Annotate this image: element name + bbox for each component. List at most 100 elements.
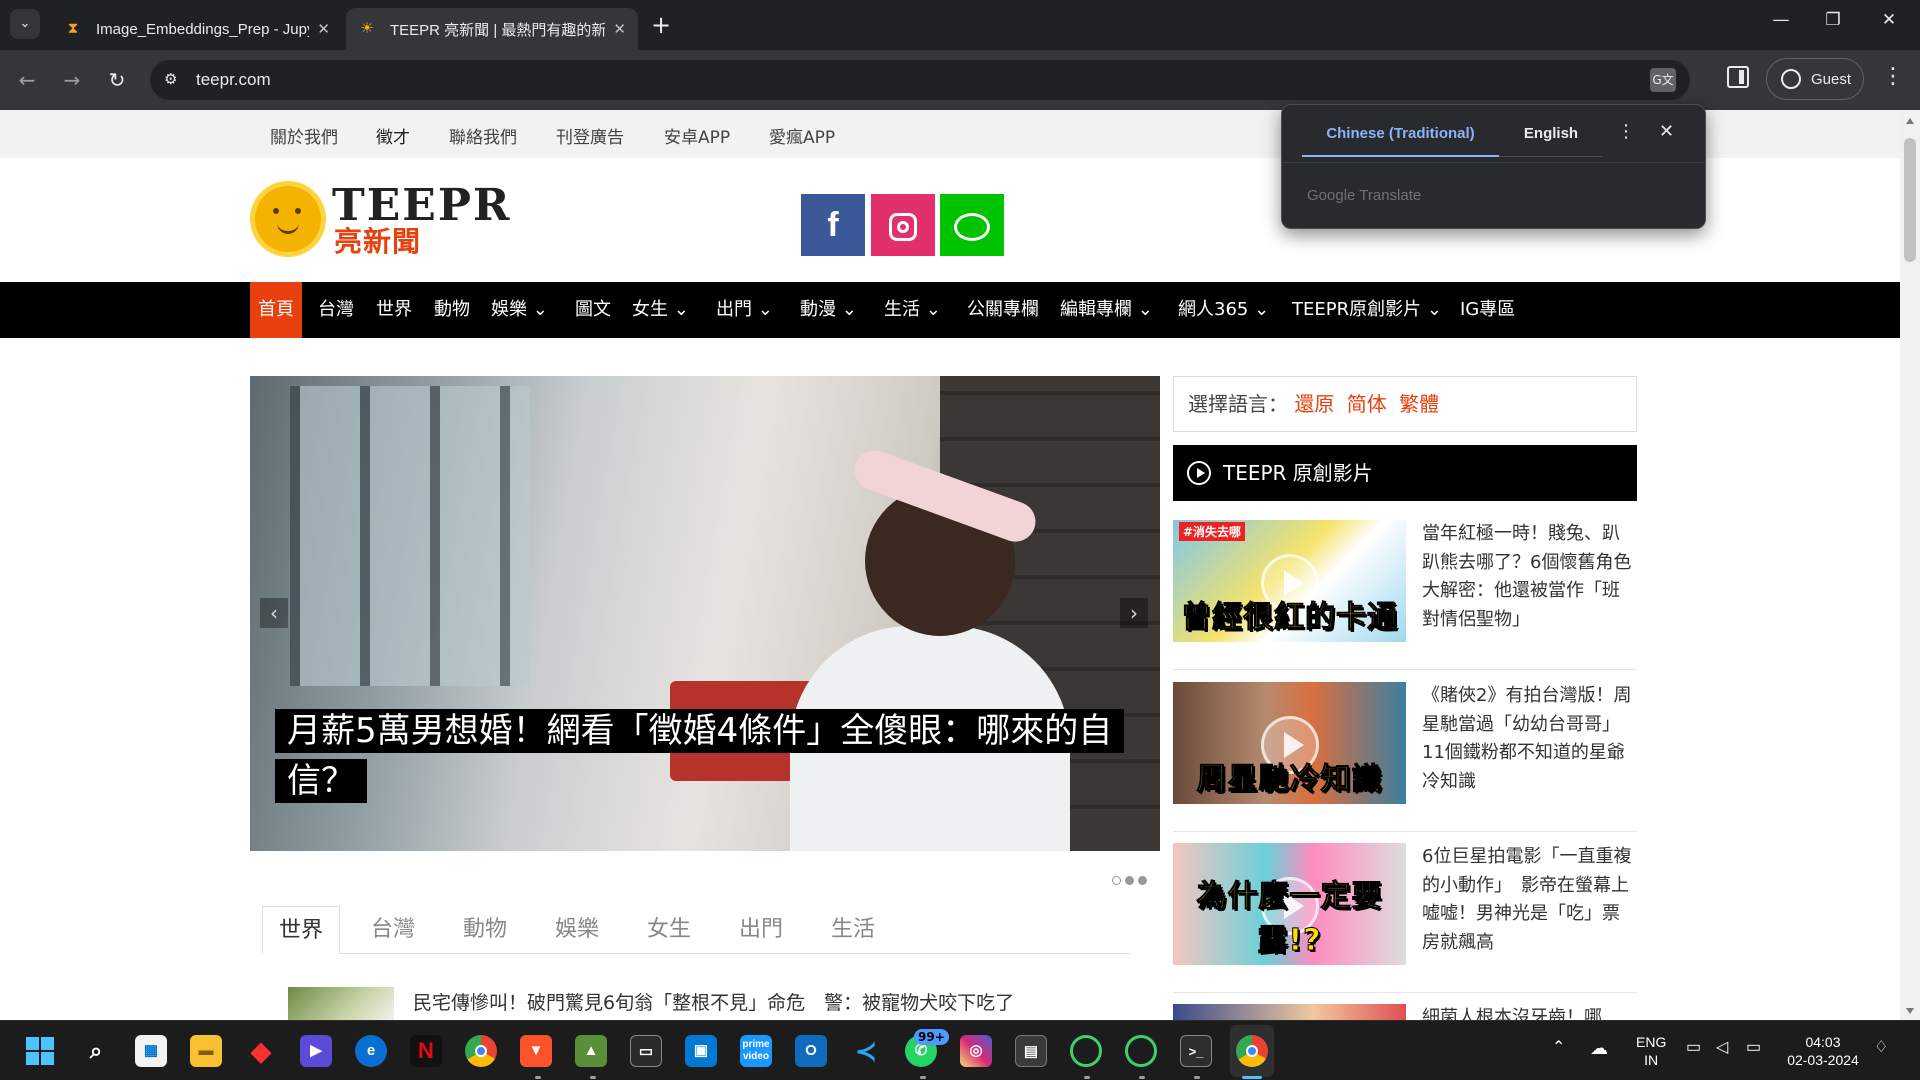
nav-item-animals[interactable]: 動物 <box>426 282 478 338</box>
volume-icon[interactable]: ◁ <box>1716 1039 1728 1057</box>
video-thumbnail[interactable]: 為什麼一定要露!? <box>1173 843 1406 965</box>
app-green-ring-icon[interactable] <box>1125 1035 1157 1067</box>
vscode-icon[interactable]: ≺ <box>850 1035 882 1067</box>
video-thumbnail[interactable]: 周星馳冷知識 <box>1173 682 1406 804</box>
image-viewer-icon[interactable]: ▲ <box>575 1035 607 1067</box>
windows-start-icon[interactable] <box>24 1035 56 1067</box>
prime-video-icon[interactable]: prime video <box>740 1035 772 1067</box>
news-headline[interactable]: 民宅傳慘叫！破門驚見6旬翁「整根不見」命危 警：被寵物犬咬下吃了 <box>413 988 1014 1015</box>
translate-icon[interactable]: G文 <box>1650 68 1676 92</box>
category-tab-women[interactable]: 女生 <box>630 906 708 954</box>
instagram-button[interactable] <box>871 194 935 256</box>
top-link-careers[interactable]: 徵才 <box>376 123 410 148</box>
nav-item-anime[interactable]: 動漫 ⌄ <box>792 282 865 338</box>
category-tab-entertainment[interactable]: 娛樂 <box>538 906 616 954</box>
terminal-icon[interactable]: ▭ <box>630 1035 662 1067</box>
video-list-item[interactable]: 細菌人根本沒牙齒！哪 <box>1173 1004 1637 1020</box>
slider-dot[interactable] <box>1138 876 1147 885</box>
outlook-icon[interactable]: O <box>795 1035 827 1067</box>
more-options-icon[interactable]: ⋮ <box>1617 121 1635 142</box>
browser-tab-teepr[interactable]: ☀ TEEPR 亮新聞 | 最熱門有趣的新聞 ✕ <box>346 8 638 50</box>
edge-browser-icon[interactable]: e <box>355 1035 387 1067</box>
category-tab-taiwan[interactable]: 台灣 <box>354 906 432 954</box>
close-tab-icon[interactable]: ✕ <box>613 20 626 38</box>
video-list-item[interactable]: 周星馳冷知識 《賭俠2》有拍台灣版！周星馳當過「幼幼台哥哥」 11個鐵粉都不知道… <box>1173 682 1637 832</box>
cloud-icon[interactable]: ☁ <box>1590 1039 1608 1057</box>
site-logo-subtitle[interactable]: 亮新聞 <box>334 220 421 260</box>
line-button[interactable] <box>940 194 1004 256</box>
slider-prev-arrow-icon[interactable]: ‹ <box>260 598 288 628</box>
browser-menu-icon[interactable]: ⋮ <box>1882 64 1904 89</box>
top-link-about[interactable]: 關於我們 <box>270 123 338 148</box>
nav-item-home[interactable]: 首頁 <box>250 282 302 338</box>
top-link-contact[interactable]: 聯絡我們 <box>449 123 517 148</box>
slide-caption[interactable]: 月薪5萬男想婚！網看「徵婚4條件」全傻眼：哪來的自信？ <box>275 706 1135 806</box>
lang-option-traditional[interactable]: 繁體 <box>1399 392 1439 416</box>
new-tab-plus-icon[interactable]: + <box>651 11 671 39</box>
app-red-diamond-icon[interactable]: ◆ <box>245 1035 277 1067</box>
scroll-down-icon[interactable] <box>1906 1008 1914 1014</box>
clock[interactable]: 04:03 02-03-2024 <box>1786 1033 1860 1069</box>
video-thumbnail[interactable] <box>1173 1004 1406 1020</box>
url-text[interactable]: teepr.com <box>196 70 271 90</box>
slide-caption-text[interactable]: 月薪5萬男想婚！網看「徵婚4條件」全傻眼：哪來的自信？ <box>275 709 1125 803</box>
profile-button[interactable]: Guest <box>1766 58 1864 100</box>
brave-browser-icon[interactable]: ▼ <box>520 1035 552 1067</box>
app-gray-window-icon[interactable]: ▤ <box>1015 1035 1047 1067</box>
video-list-item[interactable]: #消失去哪 曾經很紅的卡通 當年紅極一時！賤兔、趴趴熊去哪了？6個懷舊角色大解密… <box>1173 520 1637 670</box>
top-link-advertise[interactable]: 刊登廣告 <box>556 123 624 148</box>
top-link-android-app[interactable]: 安卓APP <box>664 123 730 148</box>
input-language[interactable]: ENG IN <box>1636 1033 1666 1069</box>
instagram-app-icon[interactable]: ◎ <box>960 1035 992 1067</box>
translate-tab-english[interactable]: English <box>1499 119 1603 157</box>
close-window-icon[interactable]: ✕ <box>1866 10 1912 30</box>
battery-icon[interactable]: ▭ <box>1746 1039 1761 1057</box>
nav-item-ig-zone[interactable]: IG專區 <box>1452 282 1523 338</box>
original-videos-heading[interactable]: TEEPR 原創影片 <box>1173 445 1637 501</box>
nav-item-taiwan[interactable]: 台灣 <box>310 282 362 338</box>
lang-option-restore[interactable]: 還原 <box>1294 392 1334 416</box>
side-panel-icon[interactable] <box>1727 66 1749 88</box>
file-explorer-icon[interactable]: ▬ <box>190 1035 222 1067</box>
chevron-up-icon[interactable]: ⌃ <box>1552 1039 1565 1057</box>
app-blue-window-icon[interactable]: ▣ <box>685 1035 717 1067</box>
scrollbar-thumb[interactable] <box>1904 138 1916 262</box>
video-title[interactable]: 當年紅極一時！賤兔、趴趴熊去哪了？6個懷舊角色大解密：他還被當作「班對情侶聖物」 <box>1422 520 1632 634</box>
nav-item-comics[interactable]: 圖文 <box>567 282 619 338</box>
notification-bell-icon[interactable]: ♢ <box>1874 1039 1888 1057</box>
category-tab-animals[interactable]: 動物 <box>446 906 524 954</box>
video-title[interactable]: 《賭俠2》有拍台灣版！周星馳當過「幼幼台哥哥」 11個鐵粉都不知道的星爺冷知識 <box>1422 682 1632 796</box>
forward-arrow-icon[interactable]: → <box>57 65 87 95</box>
site-info-icon[interactable]: ⚙ <box>164 70 177 88</box>
search-icon[interactable]: ⌕ <box>80 1035 112 1067</box>
nav-item-world[interactable]: 世界 <box>368 282 420 338</box>
powershell-icon[interactable]: >_ <box>1180 1035 1212 1067</box>
browser-tab-jupyter[interactable]: ⧗ Image_Embeddings_Prep - Jupyter ✕ <box>52 8 342 50</box>
news-thumbnail[interactable] <box>288 987 394 1023</box>
close-tab-icon[interactable]: ✕ <box>317 20 330 38</box>
netflix-icon[interactable]: N <box>410 1035 442 1067</box>
slider-dot[interactable] <box>1125 876 1134 885</box>
video-title[interactable]: 細菌人根本沒牙齒！哪 <box>1422 1004 1632 1020</box>
top-link-iphone-app[interactable]: 愛瘋APP <box>769 123 835 148</box>
video-title[interactable]: 6位巨星拍電影「一直重複的小動作」 影帝在螢幕上嘘嘘！男神光是「吃」票房就飆高 <box>1422 843 1632 957</box>
scroll-up-icon[interactable] <box>1906 118 1914 124</box>
video-thumbnail[interactable]: #消失去哪 曾經很紅的卡通 <box>1173 520 1406 642</box>
nav-item-women[interactable]: 女生 ⌄ <box>624 282 697 338</box>
network-icon[interactable]: ▭ <box>1686 1039 1701 1057</box>
slider-next-arrow-icon[interactable]: › <box>1120 598 1148 628</box>
category-tab-travel[interactable]: 出門 <box>722 906 800 954</box>
restore-window-icon[interactable]: ❐ <box>1810 10 1856 30</box>
nav-item-editor-column[interactable]: 編輯專欄 ⌄ <box>1052 282 1161 338</box>
address-bar[interactable]: ⚙ teepr.com G文 <box>150 60 1690 100</box>
nav-item-travel[interactable]: 出門 ⌄ <box>708 282 781 338</box>
nav-item-entertainment[interactable]: 娛樂 ⌄ <box>483 282 556 338</box>
category-tab-world[interactable]: 世界 <box>262 906 340 954</box>
nav-item-pr-column[interactable]: 公關專欄 <box>959 282 1047 338</box>
translate-tab-chinese-traditional[interactable]: Chinese (Traditional) <box>1302 119 1499 157</box>
lang-option-simplified[interactable]: 简体 <box>1347 392 1387 416</box>
chrome-icon[interactable] <box>465 1035 497 1067</box>
tab-search-dropdown-icon[interactable]: ⌄ <box>10 9 40 39</box>
back-arrow-icon[interactable]: ← <box>12 65 42 95</box>
nav-item-netizen-365[interactable]: 網人365 ⌄ <box>1170 282 1277 338</box>
